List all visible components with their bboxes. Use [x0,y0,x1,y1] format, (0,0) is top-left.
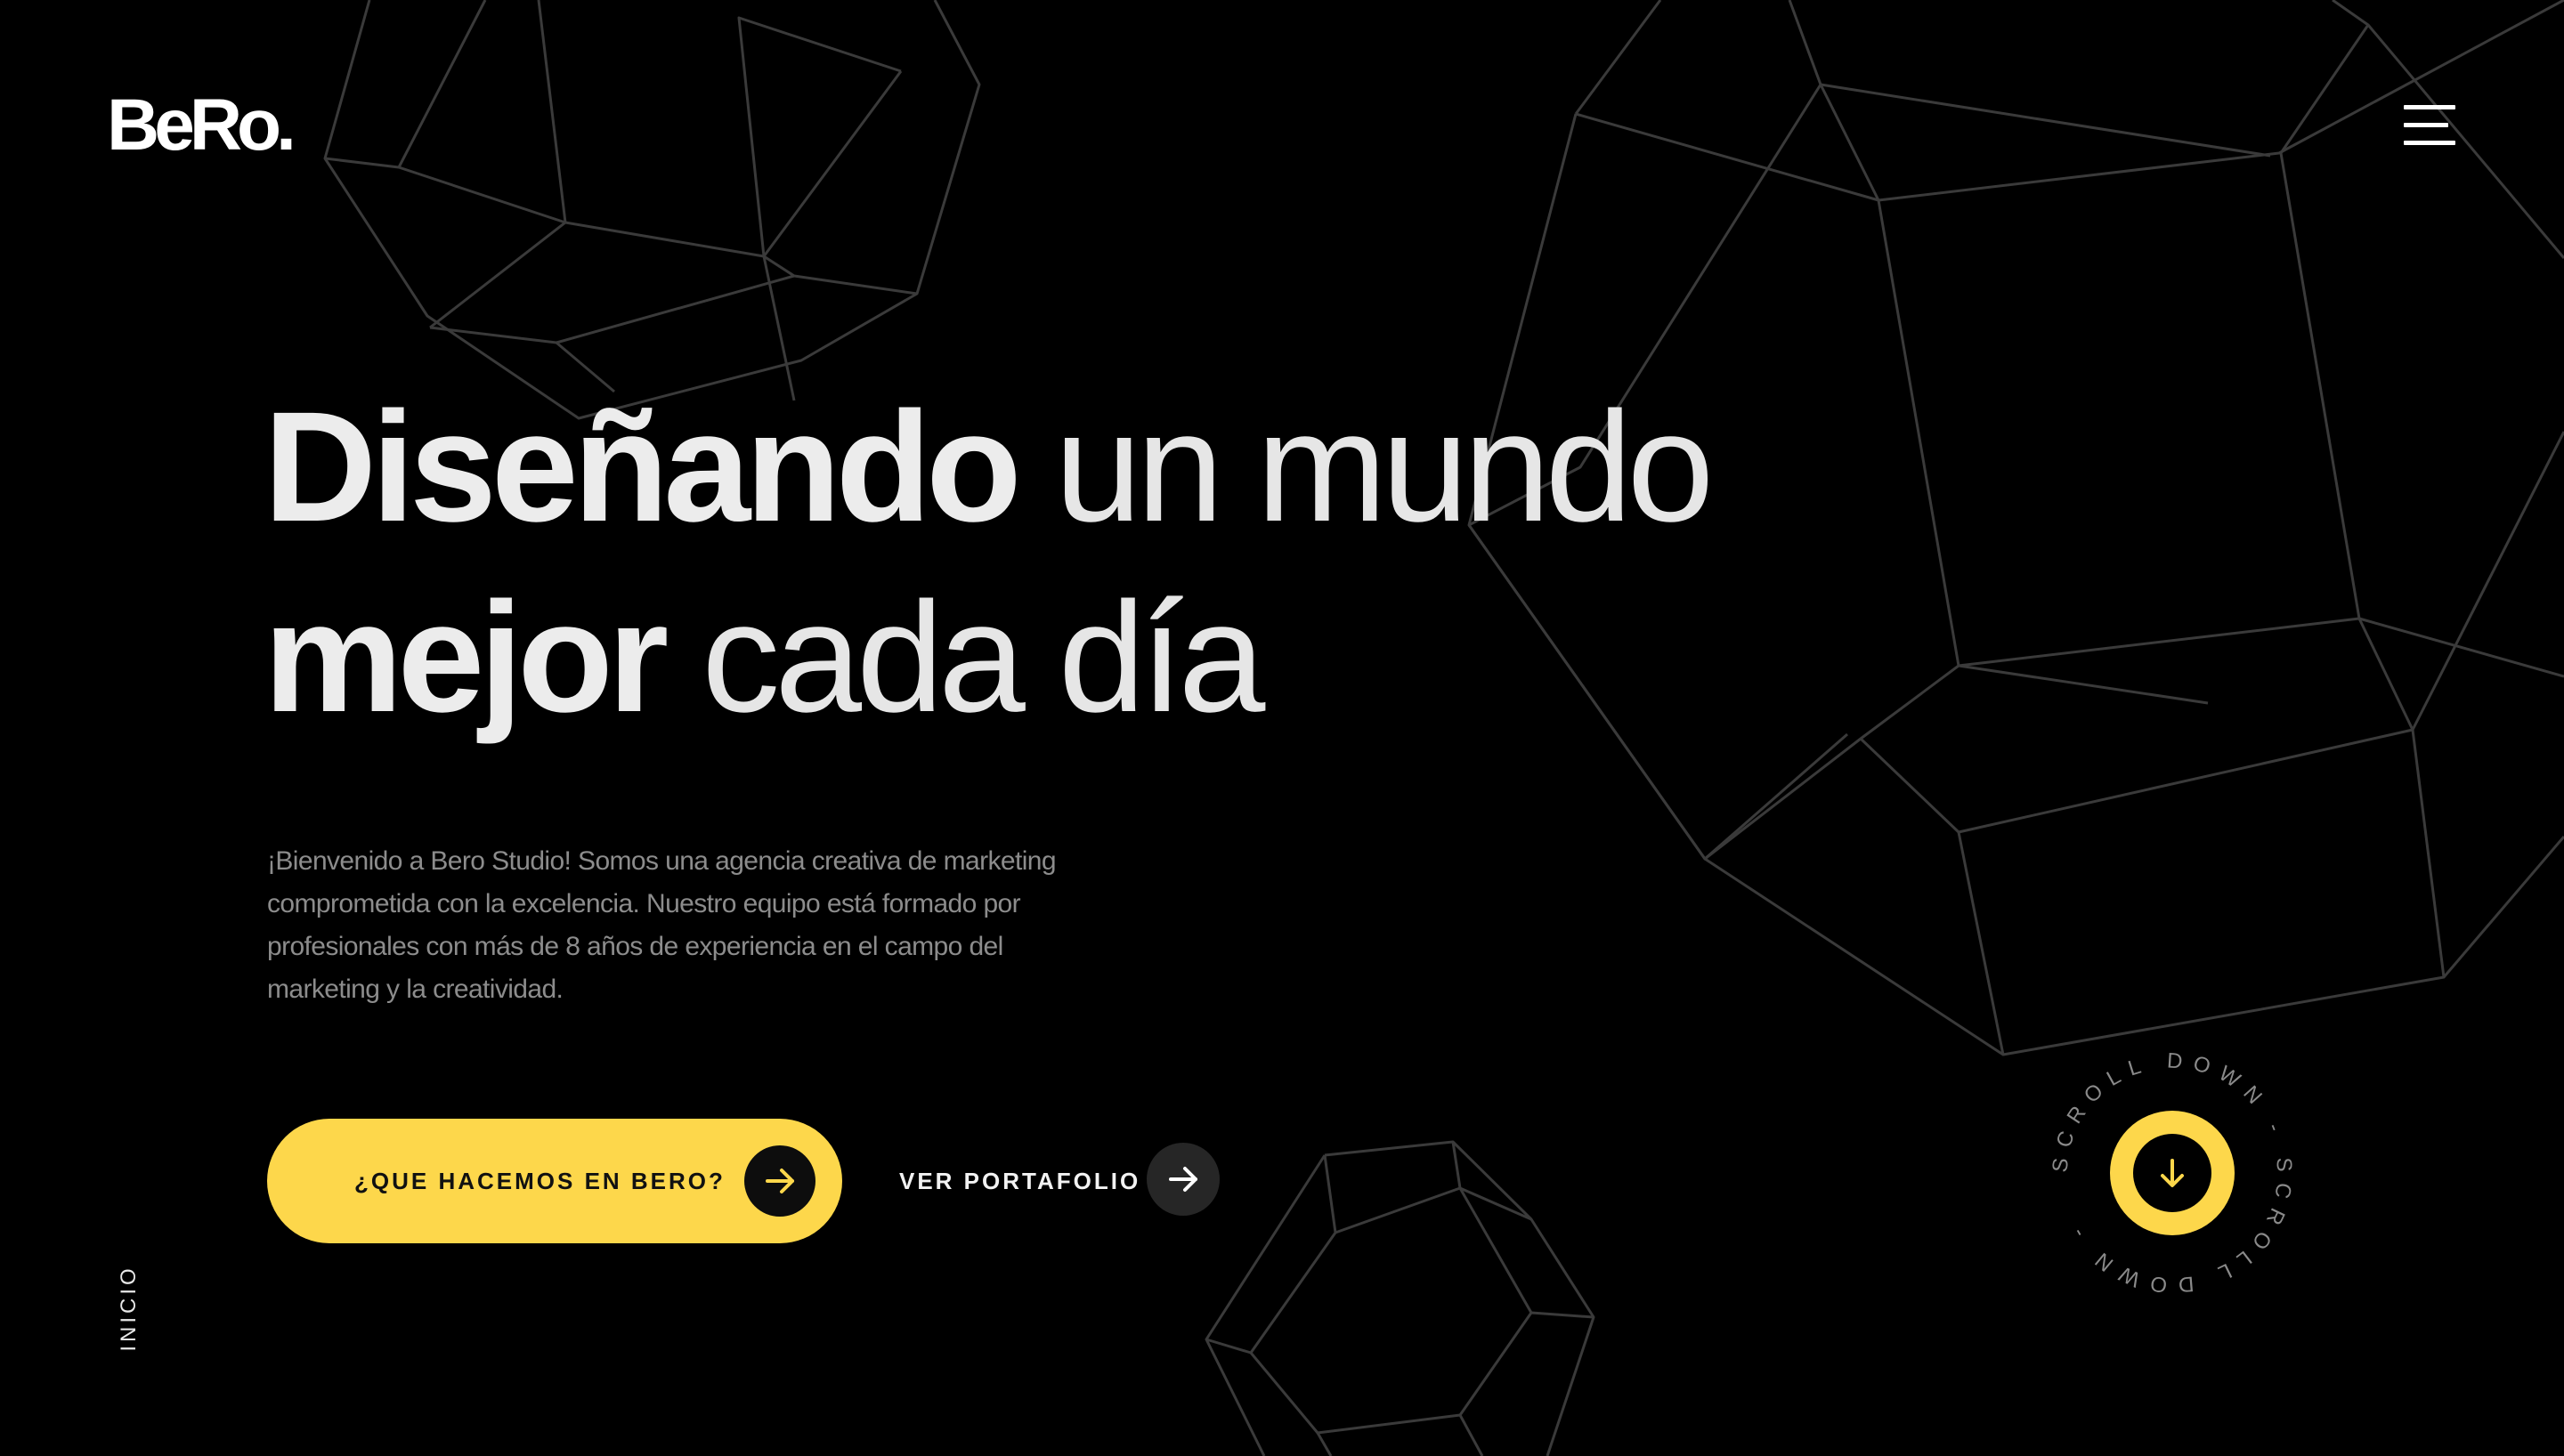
scroll-down-disc [2110,1111,2235,1235]
headline-line2-light: cada día [702,570,1265,745]
arrow-right-icon [1147,1143,1220,1216]
dodecahedron-top-left [323,0,981,420]
arrow-down-icon [2133,1134,2211,1212]
hero-headline: Diseñando un mundo mejor cada día [264,372,1715,753]
section-indicator: INICIO [117,1265,141,1352]
scroll-down-button[interactable]: SCROLL DOWN - SCROLL DOWN - [2048,1048,2297,1298]
arrow-right-icon [744,1145,815,1217]
hamburger-menu-icon [2404,105,2455,109]
menu-button[interactable] [2404,103,2457,148]
headline-line1-light: un mundo [1054,380,1715,554]
hamburger-menu-icon-line [2404,123,2448,127]
dodecahedron-bottom-center [1205,1140,1595,1456]
headline-line2-bold: mejor [264,570,669,745]
what-we-do-label: ¿QUE HACEMOS EN BERO? [354,1168,726,1194]
headline-line1-bold: Diseñando [264,380,1022,554]
what-we-do-button[interactable]: ¿QUE HACEMOS EN BERO? [267,1119,842,1243]
brand-logo[interactable]: BeRo. [107,89,296,162]
view-portfolio-label: VER PORTAFOLIO [899,1168,1141,1194]
hero-intro-paragraph: ¡Bienvenido a Bero Studio! Somos una age… [267,846,1057,1004]
hamburger-menu-icon-line [2404,141,2455,145]
